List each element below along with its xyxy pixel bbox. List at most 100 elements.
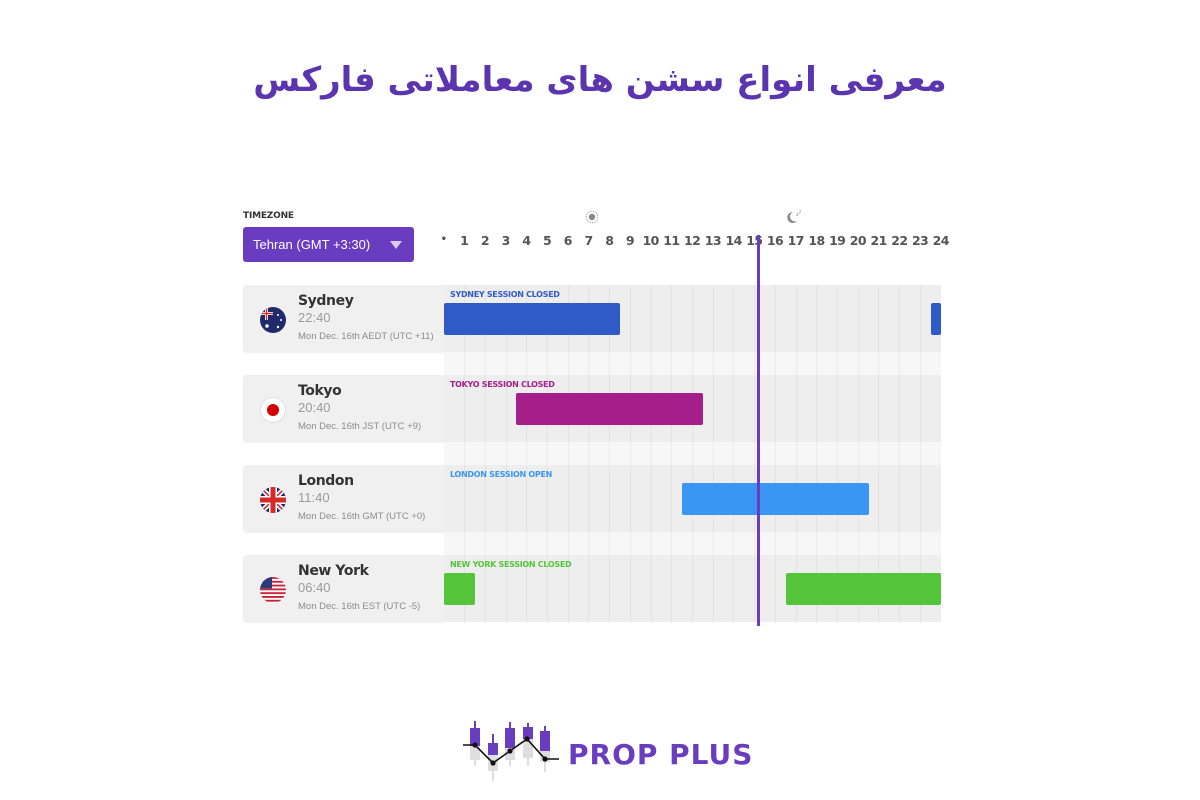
hour-tick: 1 <box>460 233 469 248</box>
hour-gridline <box>567 442 569 465</box>
hour-gridline <box>795 375 797 442</box>
hour-gridline <box>464 532 466 555</box>
hour-tick: 14 <box>725 233 742 248</box>
hour-gridline <box>692 352 693 375</box>
hour-gridline <box>588 442 590 465</box>
hour-gridline <box>629 442 631 465</box>
hour-gridline <box>609 442 611 465</box>
hour-gridline <box>795 285 797 352</box>
hour-gridline <box>733 375 735 442</box>
hour-gridline <box>899 465 901 532</box>
hour-gridline <box>526 532 528 555</box>
hour-gridline <box>816 375 818 442</box>
local-date: Mon Dec. 16th EST (UTC -5) <box>298 601 421 612</box>
hour-gridline <box>692 532 693 555</box>
hour-gridline <box>712 375 714 442</box>
hour-gridline <box>878 375 880 442</box>
hour-gridline <box>692 555 693 622</box>
session-status: LONDON SESSION OPEN <box>450 470 553 479</box>
session-track-sydney: SYDNEY SESSION CLOSED <box>444 285 941 352</box>
hour-tick: 9 <box>625 233 635 248</box>
hour-gridline <box>588 465 590 532</box>
hour-gridline <box>526 442 528 465</box>
hour-gridline <box>899 285 901 352</box>
hour-gridline <box>526 352 528 375</box>
hour-gridline <box>754 442 756 465</box>
hour-gridline <box>774 532 776 555</box>
hour-tick: 4 <box>522 233 531 248</box>
hour-gridline <box>567 352 569 375</box>
session-status: NEW YORK SESSION CLOSED <box>450 560 572 569</box>
hour-gridline <box>692 442 693 465</box>
hour-gridline <box>629 465 631 532</box>
hour-tick: 8 <box>605 233 614 248</box>
local-date: Mon Dec. 16th JST (UTC +9) <box>298 421 422 432</box>
row-separator <box>444 352 941 375</box>
moon-sleep-icon: z z <box>785 209 803 229</box>
hour-gridline <box>567 465 569 532</box>
hour-gridline <box>671 555 673 622</box>
hour-gridline <box>609 555 611 622</box>
hour-gridline <box>836 375 838 442</box>
hour-gridline <box>836 442 838 465</box>
hour-gridline <box>795 532 797 555</box>
hour-gridline <box>795 352 797 375</box>
hour-gridline <box>857 375 859 442</box>
session-bar[interactable] <box>444 303 621 335</box>
hour-gridline <box>878 465 880 532</box>
session-track-new-york: NEW YORK SESSION CLOSED <box>444 555 941 622</box>
hour-gridline <box>899 442 901 465</box>
hour-axis: • 1 2 3 4 5 6 7 8 9 10 11 12 13 14 15 16 17 18 19 20 21 22 23 24 <box>0 233 1200 253</box>
session-bar[interactable] <box>682 483 869 515</box>
hour-tick: 5 <box>543 233 552 248</box>
hour-gridline <box>754 532 756 555</box>
hour-gridline <box>712 285 714 352</box>
session-bar[interactable] <box>785 573 941 605</box>
hour-gridline <box>878 442 880 465</box>
current-time-indicator[interactable] <box>757 235 760 626</box>
sun-icon <box>585 210 599 228</box>
hour-gridline <box>878 285 880 352</box>
session-bar[interactable] <box>516 393 703 425</box>
hour-tick: 17 <box>787 233 805 248</box>
australia-flag-icon <box>260 307 286 333</box>
hour-tick: 3 <box>501 233 511 248</box>
local-time: 06:40 <box>298 580 331 595</box>
local-time: 11:40 <box>298 490 330 505</box>
hour-gridline <box>650 532 652 555</box>
hour-tick: 22 <box>891 233 908 248</box>
session-bar[interactable] <box>444 573 476 605</box>
session-status: TOKYO SESSION CLOSED <box>450 380 555 389</box>
hour-gridline <box>505 532 507 555</box>
uk-flag-icon <box>260 487 286 513</box>
hour-gridline <box>650 465 652 532</box>
hour-gridline <box>774 375 776 442</box>
hour-gridline <box>609 532 611 555</box>
city-name: New York <box>298 563 369 579</box>
candlestick-logo-icon <box>463 721 559 781</box>
hour-gridline <box>567 532 569 555</box>
hour-gridline <box>588 555 590 622</box>
hour-gridline <box>857 285 859 352</box>
svg-text:z: z <box>799 209 801 214</box>
hour-gridline <box>547 442 549 465</box>
usa-flag-icon <box>260 577 286 603</box>
hour-gridline <box>816 285 818 352</box>
japan-flag-icon <box>260 397 286 423</box>
session-bar[interactable] <box>930 303 941 335</box>
hour-tick: 6 <box>563 233 573 248</box>
hour-gridline <box>754 285 756 352</box>
hour-gridline <box>774 442 776 465</box>
hour-gridline <box>733 442 735 465</box>
session-track-tokyo: TOKYO SESSION CLOSED <box>444 375 941 442</box>
hour-gridline <box>733 285 735 352</box>
hour-gridline <box>547 352 549 375</box>
city-name: Sydney <box>298 293 354 309</box>
hour-gridline <box>650 442 652 465</box>
session-status: SYDNEY SESSION CLOSED <box>450 290 560 299</box>
row-separator <box>444 532 941 555</box>
hour-gridline <box>919 352 921 375</box>
hour-gridline <box>816 532 818 555</box>
hour-gridline <box>733 555 735 622</box>
hour-tick: 19 <box>829 233 846 248</box>
